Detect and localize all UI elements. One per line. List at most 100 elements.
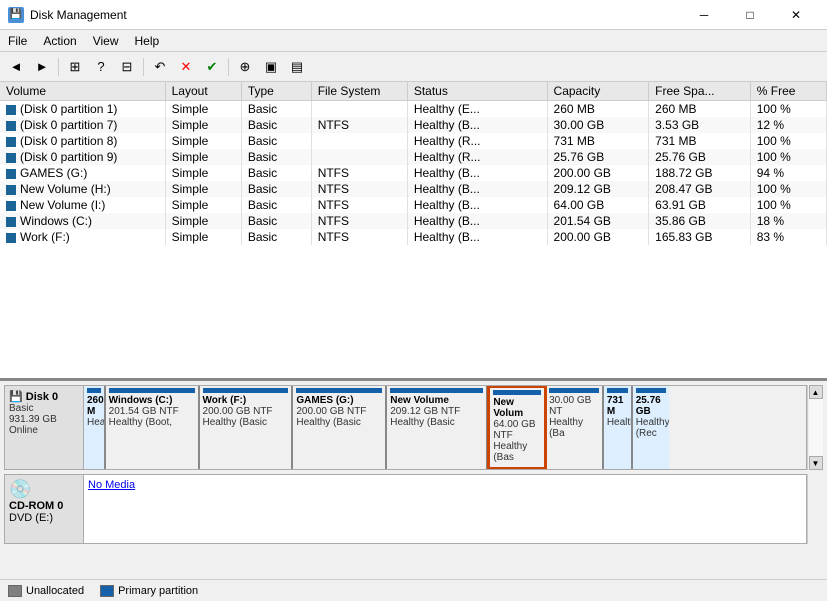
close-button[interactable]: ✕ — [773, 0, 819, 30]
disk-view-button[interactable]: ⊞ — [63, 56, 87, 78]
scroll-down-arrow[interactable]: ▼ — [809, 456, 823, 470]
toolbar-sep-1 — [58, 58, 59, 76]
window-controls: ─ □ ✕ — [681, 0, 819, 30]
cell-type: Basic — [241, 117, 311, 133]
minimize-button[interactable]: ─ — [681, 0, 727, 30]
cell-layout: Simple — [165, 213, 241, 229]
col-status[interactable]: Status — [407, 82, 547, 101]
window-title: Disk Management — [30, 8, 127, 22]
cell-layout: Simple — [165, 197, 241, 213]
cell-capacity: 25.76 GB — [547, 149, 649, 165]
cell-volume: (Disk 0 partition 7) — [0, 117, 165, 133]
cell-status: Healthy (E... — [407, 101, 547, 118]
properties-button[interactable]: ⊟ — [115, 56, 139, 78]
table-row[interactable]: New Volume (I:) Simple Basic NTFS Health… — [0, 197, 827, 213]
table-row[interactable]: Work (F:) Simple Basic NTFS Healthy (B..… — [0, 229, 827, 245]
help-button[interactable]: ? — [89, 56, 113, 78]
cell-type: Basic — [241, 149, 311, 165]
partition-games-g[interactable]: GAMES (G:) 200.00 GB NTF Healthy (Basic — [293, 386, 387, 469]
cell-layout: Simple — [165, 117, 241, 133]
menu-file[interactable]: File — [0, 32, 35, 49]
delete-button[interactable]: ✕ — [174, 56, 198, 78]
disk-scroll-area[interactable]: 💾 Disk 0 Basic 931.39 GB Online 260 M He… — [4, 385, 823, 597]
layout-button[interactable]: ▣ — [259, 56, 283, 78]
table-row[interactable]: (Disk 0 partition 1) Simple Basic Health… — [0, 101, 827, 118]
menu-help[interactable]: Help — [127, 32, 168, 49]
no-media-label[interactable]: No Media — [88, 479, 135, 491]
cell-status: Healthy (B... — [407, 213, 547, 229]
table-row[interactable]: (Disk 0 partition 8) Simple Basic Health… — [0, 133, 827, 149]
new-button[interactable]: ⊕ — [233, 56, 257, 78]
list-button[interactable]: ▤ — [285, 56, 309, 78]
cell-volume: New Volume (H:) — [0, 181, 165, 197]
table-row[interactable]: (Disk 0 partition 7) Simple Basic NTFS H… — [0, 117, 827, 133]
table-row[interactable]: (Disk 0 partition 9) Simple Basic Health… — [0, 149, 827, 165]
scrollbar[interactable]: ▲ ▼ — [807, 385, 823, 470]
cell-volume: (Disk 0 partition 8) — [0, 133, 165, 149]
table-row[interactable]: GAMES (G:) Simple Basic NTFS Healthy (B.… — [0, 165, 827, 181]
maximize-button[interactable]: □ — [727, 0, 773, 30]
check-button[interactable]: ✔ — [200, 56, 224, 78]
partition-2576gb[interactable]: 25.76 GB Healthy (Rec — [633, 386, 669, 469]
table-body: (Disk 0 partition 1) Simple Basic Health… — [0, 101, 827, 246]
cell-fs: NTFS — [311, 181, 407, 197]
cell-type: Basic — [241, 101, 311, 118]
refresh-button[interactable]: ↶ — [148, 56, 172, 78]
partition-new-volume-i[interactable]: New Volum 64.00 GB NTF Healthy (Bas — [488, 386, 546, 469]
cell-type: Basic — [241, 213, 311, 229]
lower-panel: 💾 Disk 0 Basic 931.39 GB Online 260 M He… — [0, 381, 827, 601]
cell-pct: 94 % — [750, 165, 826, 181]
col-pctfree[interactable]: % Free — [750, 82, 826, 101]
menu-view[interactable]: View — [85, 32, 127, 49]
back-button[interactable]: ◄ — [4, 56, 28, 78]
cell-volume: New Volume (I:) — [0, 197, 165, 213]
disk-0-partitions: 260 M Heal Windows (C:) 201.54 GB NTF He… — [84, 385, 807, 470]
cell-layout: Simple — [165, 165, 241, 181]
legend-unallocated: Unallocated — [8, 585, 84, 597]
legend-unalloc-box — [8, 585, 22, 597]
col-filesystem[interactable]: File System — [311, 82, 407, 101]
cell-pct: 100 % — [750, 149, 826, 165]
cell-capacity: 731 MB — [547, 133, 649, 149]
partition-windows-c[interactable]: Windows (C:) 201.54 GB NTF Healthy (Boot… — [106, 386, 200, 469]
cell-volume: GAMES (G:) — [0, 165, 165, 181]
col-capacity[interactable]: Capacity — [547, 82, 649, 101]
legend-primary: Primary partition — [100, 585, 198, 597]
legend-primary-label: Primary partition — [118, 585, 198, 597]
cell-capacity: 209.12 GB — [547, 181, 649, 197]
col-layout[interactable]: Layout — [165, 82, 241, 101]
cell-type: Basic — [241, 181, 311, 197]
cell-volume: (Disk 0 partition 1) — [0, 101, 165, 118]
cell-type: Basic — [241, 229, 311, 245]
cdrom-0-row: 💿 CD-ROM 0 DVD (E:) No Media — [4, 474, 823, 544]
cell-layout: Simple — [165, 181, 241, 197]
cdrom-0-label: 💿 CD-ROM 0 DVD (E:) — [4, 474, 84, 544]
forward-button[interactable]: ► — [30, 56, 54, 78]
cell-capacity: 260 MB — [547, 101, 649, 118]
disk-0-status: Online — [9, 425, 79, 436]
toolbar-sep-2 — [143, 58, 144, 76]
cell-capacity: 30.00 GB — [547, 117, 649, 133]
cell-fs: NTFS — [311, 117, 407, 133]
cell-volume: (Disk 0 partition 9) — [0, 149, 165, 165]
col-volume[interactable]: Volume — [0, 82, 165, 101]
main-content: Volume Layout Type File System Status Ca… — [0, 82, 827, 601]
menu-action[interactable]: Action — [35, 32, 84, 49]
partition-new-volume-h[interactable]: New Volume 209.12 GB NTF Healthy (Basic — [387, 386, 488, 469]
upper-panel: Volume Layout Type File System Status Ca… — [0, 82, 827, 381]
cell-status: Healthy (B... — [407, 117, 547, 133]
table-row[interactable]: New Volume (H:) Simple Basic NTFS Health… — [0, 181, 827, 197]
app-icon: 💾 — [8, 7, 24, 23]
cell-free: 208.47 GB — [649, 181, 751, 197]
partition-260m[interactable]: 260 M Heal — [84, 386, 106, 469]
cell-layout: Simple — [165, 101, 241, 118]
table-row[interactable]: Windows (C:) Simple Basic NTFS Healthy (… — [0, 213, 827, 229]
scroll-up-arrow[interactable]: ▲ — [809, 385, 823, 399]
partition-work-f[interactable]: Work (F:) 200.00 GB NTF Healthy (Basic — [200, 386, 294, 469]
cell-fs — [311, 149, 407, 165]
partition-731m[interactable]: 731 M Health — [604, 386, 633, 469]
col-type[interactable]: Type — [241, 82, 311, 101]
cell-pct: 18 % — [750, 213, 826, 229]
partition-30gb[interactable]: 30.00 GB NT Healthy (Ba — [546, 386, 604, 469]
col-freespace[interactable]: Free Spa... — [649, 82, 751, 101]
